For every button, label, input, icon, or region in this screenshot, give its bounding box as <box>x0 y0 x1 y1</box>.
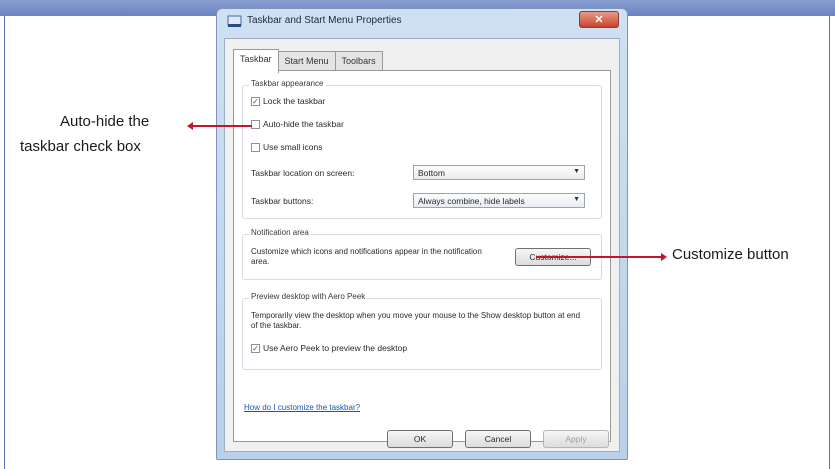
slide-frame-left <box>4 16 5 469</box>
customize-callout-text: Customize button <box>672 246 789 263</box>
apply-button[interactable]: Apply <box>543 430 609 448</box>
taskbar-location-select[interactable]: Bottom ▼ <box>413 165 585 180</box>
aero-peek-title: Preview desktop with Aero Peek <box>249 292 368 301</box>
taskbar-buttons-label: Taskbar buttons: <box>251 196 314 206</box>
close-button[interactable]: ✕ <box>579 11 619 28</box>
title-bar[interactable]: Taskbar and Start Menu Properties ✕ <box>217 9 627 35</box>
notification-area-description: Customize which icons and notifications … <box>251 247 482 266</box>
checkbox-unchecked-box <box>251 142 260 152</box>
small-icons-label: Use small icons <box>263 142 323 152</box>
dropdown-arrow-icon: ▼ <box>573 196 580 203</box>
tab-start-menu[interactable]: Start Menu <box>277 51 336 72</box>
taskbar-properties-dialog: Taskbar and Start Menu Properties ✕ Task… <box>216 8 628 460</box>
use-aero-peek-label: Use Aero Peek to preview the desktop <box>263 343 408 353</box>
taskbar-location-label: Taskbar location on screen: <box>251 168 355 178</box>
lock-taskbar-checkbox[interactable]: ✓ Lock the taskbar <box>251 96 325 106</box>
notification-area-title: Notification area <box>249 228 311 237</box>
dropdown-arrow-icon: ▼ <box>573 168 580 175</box>
taskbar-appearance-group: Taskbar appearance ✓ Lock the taskbar Au… <box>242 79 602 219</box>
check-icon: ✓ <box>251 96 260 106</box>
help-link[interactable]: How do I customize the taskbar? <box>244 403 360 412</box>
aero-peek-description: Temporarily view the desktop when you mo… <box>251 311 581 330</box>
checkbox-unchecked-box <box>251 119 260 129</box>
tab-strip: Taskbar Start Menu Toolbars <box>233 49 383 73</box>
autohide-callout-line2: taskbar check box <box>20 138 141 155</box>
autohide-callout-line1: Auto-hide the <box>60 113 150 130</box>
autohide-taskbar-checkbox[interactable]: Auto-hide the taskbar <box>251 119 344 129</box>
customize-callout-line <box>536 256 662 258</box>
window-title: Taskbar and Start Menu Properties <box>247 15 402 26</box>
taskbar-app-icon <box>227 15 242 27</box>
slide-frame-right <box>829 16 830 469</box>
taskbar-appearance-title: Taskbar appearance <box>249 79 326 88</box>
close-icon: ✕ <box>594 14 604 26</box>
dialog-client-area: Taskbar Start Menu Toolbars Taskbar appe… <box>224 38 620 452</box>
lock-taskbar-label: Lock the taskbar <box>263 96 326 106</box>
taskbar-buttons-select[interactable]: Always combine, hide labels ▼ <box>413 193 585 208</box>
cancel-button[interactable]: Cancel <box>465 430 531 448</box>
ok-button[interactable]: OK <box>387 430 453 448</box>
callout-arrowhead-right <box>661 253 667 261</box>
tab-taskbar[interactable]: Taskbar <box>233 49 279 73</box>
tab-toolbars[interactable]: Toolbars <box>334 51 383 72</box>
autohide-callout-line <box>192 125 252 127</box>
taskbar-buttons-value: Always combine, hide labels <box>418 196 525 206</box>
taskbar-location-value: Bottom <box>418 168 445 178</box>
aero-peek-group: Preview desktop with Aero Peek Temporari… <box>242 292 602 370</box>
small-icons-checkbox[interactable]: Use small icons <box>251 142 323 152</box>
autohide-taskbar-label: Auto-hide the taskbar <box>263 119 344 129</box>
use-aero-peek-checkbox[interactable]: ✓ Use Aero Peek to preview the desktop <box>251 343 407 353</box>
check-icon: ✓ <box>251 343 260 353</box>
